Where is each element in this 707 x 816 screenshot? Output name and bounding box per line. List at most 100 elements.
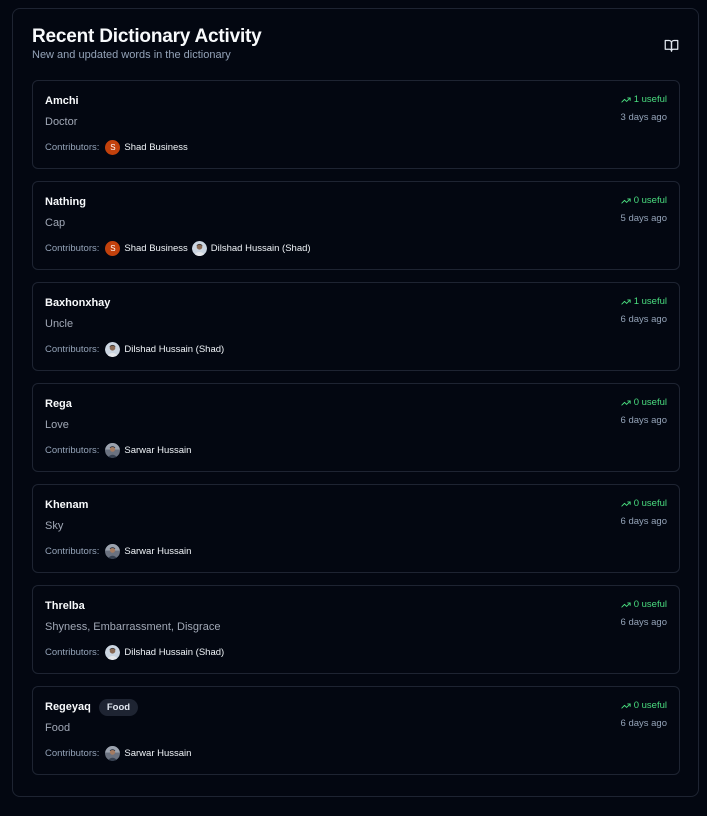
contributor-name: Dilshad Hussain (Shad) <box>210 242 311 254</box>
contributor[interactable]: Sarwar Hussain <box>105 745 192 761</box>
contributor-name: Sarwar Hussain <box>124 747 192 759</box>
entry-list: Amchi Doctor Contributors: S Shad Busines… <box>32 80 680 787</box>
recent-activity-panel: Recent Dictionary Activity New and updat… <box>12 8 699 797</box>
contributors-label: Contributors: <box>45 141 100 153</box>
word-card[interactable]: Nathing Cap Contributors: S Shad Business… <box>32 181 680 270</box>
useful-text: 0 useful <box>633 700 667 711</box>
contributors-label: Contributors: <box>45 242 100 254</box>
useful-text: 1 useful <box>633 94 667 105</box>
word-card[interactable]: Threlba Shyness, Embarrassment, Disgrace… <box>32 585 680 674</box>
contributor[interactable]: Dilshad Hussain (Shad) <box>105 341 225 357</box>
word-row: Threlba <box>45 598 85 614</box>
contributors-label: Contributors: <box>45 444 100 456</box>
avatar: S <box>105 139 121 155</box>
avatar <box>105 341 121 357</box>
word-title[interactable]: Amchi <box>45 95 79 107</box>
timestamp: 6 days ago <box>620 617 667 628</box>
word-row: Khenam <box>45 497 88 513</box>
word-card[interactable]: Regeyaq Food Food Contributors: Sarwar H… <box>32 686 680 775</box>
word-title[interactable]: Threlba <box>45 600 85 612</box>
trending-up-icon <box>621 96 631 103</box>
word-meaning: Love <box>45 419 69 431</box>
word-title[interactable]: Nathing <box>45 196 86 208</box>
useful-count[interactable]: 0 useful <box>621 599 667 610</box>
word-row: Rega <box>45 396 72 412</box>
timestamp: 6 days ago <box>620 718 667 729</box>
word-meaning: Uncle <box>45 318 74 330</box>
contributor-name: Sarwar Hussain <box>124 545 192 557</box>
trending-up-icon <box>621 500 631 507</box>
contributor[interactable]: S Shad Business <box>105 240 188 256</box>
word-card[interactable]: Baxhonxhay Uncle Contributors: Dilshad H… <box>32 282 680 371</box>
word-meaning: Sky <box>45 520 64 532</box>
word-title[interactable]: Baxhonxhay <box>45 297 110 309</box>
timestamp: 3 days ago <box>620 112 667 123</box>
panel-subtitle: New and updated words in the dictionary <box>32 49 231 61</box>
word-row: Regeyaq Food <box>45 698 139 716</box>
word-card[interactable]: Amchi Doctor Contributors: S Shad Busines… <box>32 80 680 169</box>
word-title[interactable]: Regeyaq <box>45 701 91 713</box>
contributors-row: Contributors: Dilshad Hussain (Shad) <box>45 644 228 660</box>
timestamp: 5 days ago <box>620 213 667 224</box>
category-tag: Food <box>98 698 139 716</box>
contributors-label: Contributors: <box>45 646 100 658</box>
contributors-row: Contributors: S Shad Business <box>45 139 192 155</box>
timestamp: 6 days ago <box>620 314 667 325</box>
avatar <box>105 543 121 559</box>
contributor[interactable]: Dilshad Hussain (Shad) <box>105 644 225 660</box>
word-card[interactable]: Khenam Sky Contributors: Sarwar Hussain … <box>32 484 680 573</box>
contributors-row: Contributors: Dilshad Hussain (Shad) <box>45 341 228 357</box>
contributors-row: Contributors: Sarwar Hussain <box>45 745 195 761</box>
useful-count[interactable]: 1 useful <box>621 94 667 105</box>
avatar <box>105 644 121 660</box>
word-row: Baxhonxhay <box>45 295 110 311</box>
contributors-label: Contributors: <box>45 343 100 355</box>
trending-up-icon <box>621 601 631 608</box>
contributors-label: Contributors: <box>45 545 100 557</box>
contributor-name: Shad Business <box>124 141 188 153</box>
word-meaning: Food <box>45 722 71 734</box>
trending-up-icon <box>621 298 631 305</box>
contributors-label: Contributors: <box>45 747 100 759</box>
word-row: Nathing <box>45 194 86 210</box>
useful-text: 0 useful <box>633 397 667 408</box>
word-meaning: Cap <box>45 217 66 229</box>
contributor[interactable]: S Shad Business <box>105 139 188 155</box>
book-open-icon[interactable] <box>663 37 679 53</box>
word-meaning: Doctor <box>45 116 78 128</box>
trending-up-icon <box>621 197 631 204</box>
contributor-name: Sarwar Hussain <box>124 444 192 456</box>
useful-text: 0 useful <box>633 195 667 206</box>
useful-count[interactable]: 0 useful <box>621 498 667 509</box>
useful-count[interactable]: 0 useful <box>621 700 667 711</box>
contributor[interactable]: Dilshad Hussain (Shad) <box>191 240 311 256</box>
useful-text: 0 useful <box>633 599 667 610</box>
useful-text: 0 useful <box>633 498 667 509</box>
word-title[interactable]: Khenam <box>45 499 88 511</box>
panel-header: Recent Dictionary Activity New and updat… <box>32 26 679 70</box>
contributor-name: Dilshad Hussain (Shad) <box>124 646 225 658</box>
timestamp: 6 days ago <box>620 516 667 527</box>
panel-title: Recent Dictionary Activity <box>32 26 262 47</box>
contributor[interactable]: Sarwar Hussain <box>105 543 192 559</box>
contributor[interactable]: Sarwar Hussain <box>105 442 192 458</box>
contributors-row: Contributors: Sarwar Hussain <box>45 442 195 458</box>
contributor-name: Dilshad Hussain (Shad) <box>124 343 225 355</box>
avatar <box>191 240 207 256</box>
useful-count[interactable]: 0 useful <box>621 195 667 206</box>
contributor-name: Shad Business <box>124 242 188 254</box>
useful-count[interactable]: 1 useful <box>621 296 667 307</box>
useful-text: 1 useful <box>633 296 667 307</box>
timestamp: 6 days ago <box>620 415 667 426</box>
word-meaning: Shyness, Embarrassment, Disgrace <box>45 621 221 633</box>
contributors-row: Contributors: S Shad Business Dilshad Huss… <box>45 240 315 256</box>
word-card[interactable]: Rega Love Contributors: Sarwar Hussain 0… <box>32 383 680 472</box>
word-title[interactable]: Rega <box>45 398 72 410</box>
contributors-row: Contributors: Sarwar Hussain <box>45 543 195 559</box>
word-row: Amchi <box>45 93 79 109</box>
avatar: S <box>105 240 121 256</box>
avatar <box>105 442 121 458</box>
useful-count[interactable]: 0 useful <box>621 397 667 408</box>
avatar <box>105 745 121 761</box>
trending-up-icon <box>621 399 631 406</box>
